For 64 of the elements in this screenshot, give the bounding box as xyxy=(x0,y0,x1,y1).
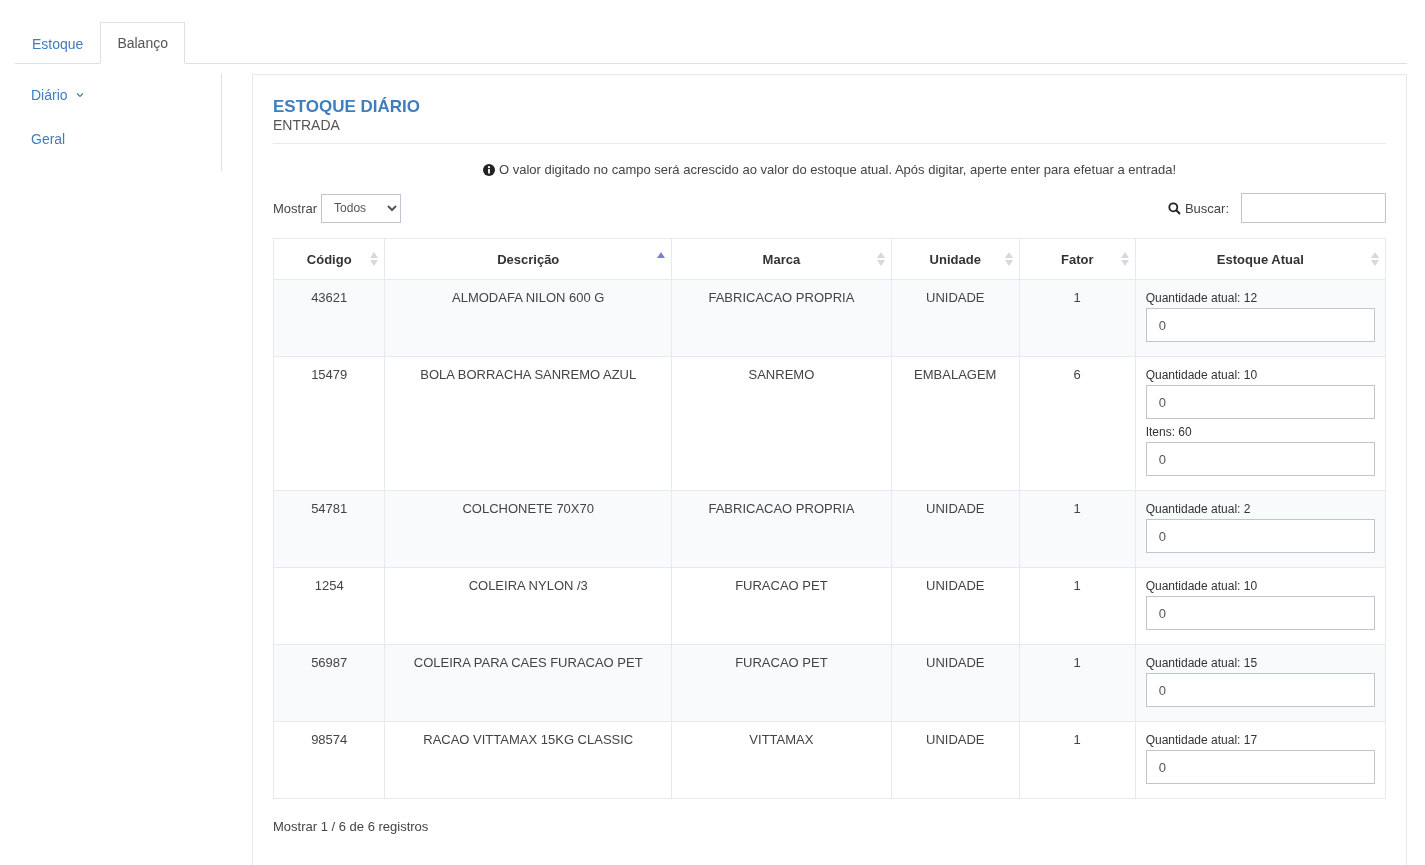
quantity-input[interactable]: 0 xyxy=(1145,673,1375,707)
table-cell: 98574 xyxy=(273,721,385,799)
table-cell: VITTAMAX xyxy=(671,721,892,799)
records-info: Mostrar 1 / 6 de 6 registros xyxy=(273,819,430,834)
quantity-input[interactable]: 0 xyxy=(1145,385,1375,419)
table-cell: COLEIRA PARA CAES FURACAO PET xyxy=(384,644,672,722)
field-label: Quantidade atual: 10 xyxy=(1145,368,1259,382)
table-cell: COLEIRA NYLON /3 xyxy=(384,567,672,645)
panel-subtitle: ENTRADA xyxy=(273,117,341,133)
info-icon xyxy=(482,163,495,176)
quantity-input[interactable]: 0 xyxy=(1145,596,1375,630)
field-label: Itens: 60 xyxy=(1145,425,1193,439)
field-label: Quantidade atual: 12 xyxy=(1145,291,1259,305)
search-field[interactable] xyxy=(1241,193,1386,223)
page-size-select[interactable]: Todos xyxy=(321,193,402,223)
table-cell: FABRICACAO PROPRIA xyxy=(671,279,892,357)
table-cell: 1 xyxy=(1019,279,1136,357)
table-cell: 43621 xyxy=(273,279,385,357)
field-label: Quantidade atual: 17 xyxy=(1145,733,1259,747)
show-label: Mostrar xyxy=(273,200,318,216)
table-cell: FURACAO PET xyxy=(671,567,892,645)
table-cell: UNIDADE xyxy=(891,721,1020,799)
table-cell: UNIDADE xyxy=(891,279,1020,357)
notice-text: O valor digitado no campo será acrescido ao valor do estoque atual. Após digitar, aperte enter para efetuar a entrada! xyxy=(498,162,1177,177)
table-cell: SANREMO xyxy=(671,356,892,491)
table-cell: 1 xyxy=(1019,644,1136,722)
field-label: Quantidade atual: 10 xyxy=(1145,579,1259,593)
search-icon xyxy=(1167,201,1181,215)
table-cell: 56987 xyxy=(273,644,385,722)
field-label: Quantidade atual: 2 xyxy=(1145,502,1252,516)
table-cell: 1 xyxy=(1019,721,1136,799)
column-header[interactable]: Descrição xyxy=(384,238,672,280)
column-header[interactable]: Estoque Atual xyxy=(1135,238,1386,280)
table-cell: UNIDADE xyxy=(891,567,1020,645)
column-header[interactable]: Código xyxy=(273,238,385,280)
column-header[interactable]: Marca xyxy=(671,238,892,280)
table-cell: ALMODAFA NILON 600 G xyxy=(384,279,672,357)
column-header[interactable]: Fator xyxy=(1019,238,1136,280)
table-cell: BOLA BORRACHA SANREMO AZUL xyxy=(384,356,672,491)
table-cell: FURACAO PET xyxy=(671,644,892,722)
quantity-input[interactable]: 0 xyxy=(1145,519,1375,553)
table-cell: 1 xyxy=(1019,490,1136,568)
quantity-input[interactable]: 0 xyxy=(1145,308,1375,342)
tab[interactable]: Estoque xyxy=(15,22,101,64)
sidebar-item[interactable]: Geral xyxy=(15,128,221,150)
column-header[interactable]: Unidade xyxy=(891,238,1020,280)
sidebar-item[interactable]: Diário xyxy=(15,84,221,106)
panel-title: ESTOQUE DIÁRIO xyxy=(273,97,422,117)
table-cell: 1254 xyxy=(273,567,385,645)
table-cell: 54781 xyxy=(273,490,385,568)
field-label: Quantidade atual: 15 xyxy=(1145,656,1259,670)
search-label: Buscar: xyxy=(1184,200,1229,216)
table-cell: 6 xyxy=(1019,356,1136,491)
table-cell: 15479 xyxy=(273,356,385,491)
tab[interactable]: Balanço xyxy=(100,22,185,64)
table-cell: UNIDADE xyxy=(891,644,1020,722)
quantity-input[interactable]: 0 xyxy=(1145,750,1375,784)
table-cell: COLCHONETE 70X70 xyxy=(384,490,672,568)
table-cell: EMBALAGEM xyxy=(891,356,1020,491)
quantity-input[interactable]: 0 xyxy=(1145,442,1375,476)
table-cell: RACAO VITTAMAX 15KG CLASSIC xyxy=(384,721,672,799)
table-cell: FABRICACAO PROPRIA xyxy=(671,490,892,568)
table-cell: 1 xyxy=(1019,567,1136,645)
table-cell: UNIDADE xyxy=(891,490,1020,568)
